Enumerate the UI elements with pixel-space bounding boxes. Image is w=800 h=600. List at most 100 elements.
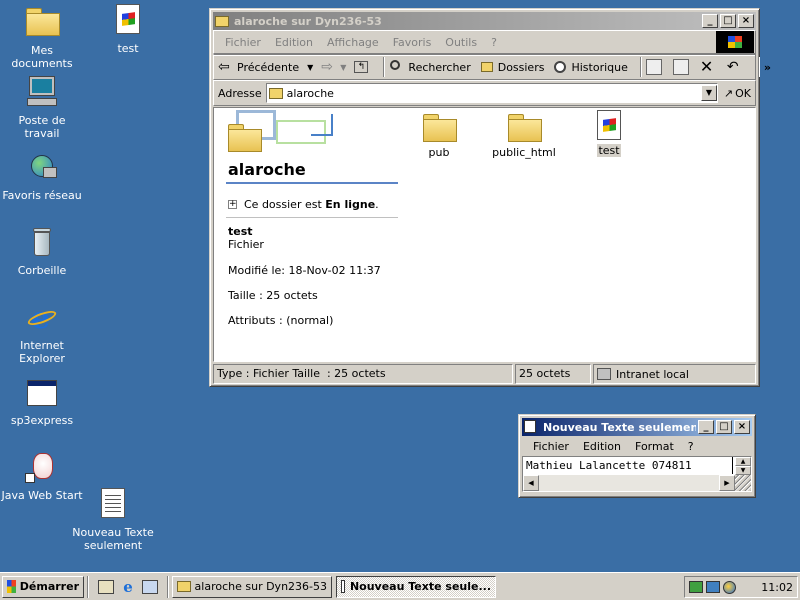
desktop-icon-recycle-bin[interactable]: Corbeille	[0, 226, 84, 277]
move-to-button[interactable]	[645, 59, 665, 75]
display-tray-icon[interactable]	[706, 581, 720, 593]
details-divider	[226, 217, 398, 218]
globe-tray-icon[interactable]	[723, 580, 736, 594]
file-item-public-html[interactable]: public_html	[489, 112, 559, 159]
notepad-icon	[524, 420, 540, 434]
delete-button[interactable]: ✕	[700, 59, 719, 75]
undo-button[interactable]: ↶	[727, 59, 746, 75]
desktop-icon-label: Internet Explorer	[19, 339, 65, 365]
toolbar-separator	[757, 57, 760, 77]
address-dropdown-button[interactable]: ▼	[700, 85, 717, 101]
close-button[interactable]: ×	[738, 14, 754, 28]
folder-icon	[177, 581, 191, 592]
up-folder-icon: ↰	[354, 61, 369, 73]
address-bar: Adresse alaroche ▼ ↗ OK	[213, 80, 756, 106]
file-item-test[interactable]: test	[584, 110, 634, 157]
history-clock-icon	[552, 59, 568, 75]
desktop-icon-sp3express[interactable]: sp3express	[0, 376, 84, 427]
close-button[interactable]: ×	[734, 420, 750, 434]
selected-item-size: Taille : 25 octets	[228, 289, 318, 302]
file-item-pub[interactable]: pub	[409, 112, 469, 159]
task-explorer[interactable]: alaroche sur Dyn236-53	[172, 575, 332, 598]
menu-edition[interactable]: Edition	[576, 440, 628, 453]
up-folder-button[interactable]: ↰	[354, 61, 371, 73]
notepad-text: Mathieu Lalancette 074811	[523, 457, 733, 474]
forward-arrow-icon: ⇨	[321, 59, 333, 75]
status-zone: Intranet local	[593, 364, 756, 384]
expand-plus-icon[interactable]: +	[228, 200, 237, 209]
back-button[interactable]: ⇦ Précédente ▼	[218, 59, 313, 75]
recycle-bin-icon	[25, 226, 59, 260]
horizontal-scrollbar[interactable]: ◀ ▶	[523, 475, 735, 491]
toolbar-separator	[383, 57, 386, 77]
folder-icon	[268, 87, 283, 99]
explorer-menubar: Fichier Edition Affichage Favoris Outils…	[214, 32, 716, 52]
clock[interactable]: 11:02	[761, 581, 793, 594]
windows-logo-icon	[7, 580, 16, 593]
maximize-button[interactable]: □	[720, 14, 736, 28]
minimize-button[interactable]: _	[698, 420, 714, 434]
go-button[interactable]: ↗ OK	[724, 87, 751, 100]
menu-help[interactable]: ?	[484, 36, 504, 49]
desktop-icon-label: Nouveau Texte seulement	[72, 526, 154, 552]
outlook-express-icon[interactable]	[142, 579, 158, 594]
webview-folder-title: alaroche	[228, 160, 306, 179]
network-tray-icon[interactable]	[689, 581, 703, 593]
menu-edition[interactable]: Edition	[268, 36, 320, 49]
taskbar-separator	[87, 575, 89, 598]
copy-to-icon	[672, 59, 689, 75]
menu-favoris[interactable]: Favoris	[386, 36, 439, 49]
my-computer-icon	[25, 76, 59, 110]
address-label: Adresse	[218, 86, 262, 100]
back-arrow-icon: ⇦	[218, 59, 230, 75]
selected-item-name: test	[228, 225, 253, 238]
explorer-content: alaroche + Ce dossier est En ligne. test…	[213, 107, 756, 362]
notepad-titlebar[interactable]: Nouveau Texte seulement... _ □ ×	[522, 418, 752, 436]
go-arrow-icon: ↗	[723, 86, 734, 100]
folder-icon	[423, 112, 457, 142]
network-icon	[25, 151, 59, 185]
toolbar-more-chevron[interactable]: »	[764, 61, 771, 74]
address-input[interactable]: alaroche ▼	[265, 83, 718, 103]
explorer-window[interactable]: alaroche sur Dyn236-53 _ □ × Fichier Edi…	[209, 8, 771, 387]
vertical-scrollbar[interactable]: ▲ ▼	[735, 457, 751, 475]
explorer-titlebar[interactable]: alaroche sur Dyn236-53 _ □ ×	[213, 12, 756, 30]
desktop-icon-internet-explorer[interactable]: e Internet Explorer	[0, 301, 84, 366]
start-button[interactable]: Démarrer	[2, 575, 84, 598]
search-button[interactable]: Rechercher	[389, 59, 471, 75]
desktop-icon-my-computer[interactable]: Poste de travail	[0, 76, 84, 140]
move-to-icon	[645, 59, 662, 75]
app-icon	[25, 376, 59, 410]
menu-fichier[interactable]: Fichier	[526, 440, 576, 453]
menu-affichage[interactable]: Affichage	[320, 36, 386, 49]
notepad-window[interactable]: Nouveau Texte seulement... _ □ × Fichier…	[518, 414, 756, 498]
menu-format[interactable]: Format	[628, 440, 681, 453]
selected-item-attributes: Attributs : (normal)	[228, 314, 334, 327]
history-button[interactable]: Historique	[552, 59, 628, 75]
desktop-icon-test[interactable]: test	[86, 4, 170, 55]
forward-button[interactable]: ⇨ ▼	[321, 59, 346, 75]
desktop-icon-network[interactable]: Favoris réseau	[0, 151, 84, 202]
maximize-button[interactable]: □	[716, 420, 732, 434]
windows-logo-icon	[716, 31, 754, 53]
quick-launch: e	[98, 579, 158, 595]
ie-icon[interactable]: e	[120, 579, 136, 595]
notepad-text-area[interactable]: Mathieu Lalancette 074811 ▲ ▼ ◀ ▶	[522, 456, 752, 492]
chevron-down-icon: ▼	[307, 62, 314, 72]
desktop-icon-my-documents[interactable]: Mes documents	[0, 4, 84, 70]
show-desktop-icon[interactable]	[98, 579, 114, 594]
document-icon	[111, 4, 145, 38]
desktop-icon-label: Favoris réseau	[2, 189, 82, 202]
desktop-icon-label: Mes documents	[11, 44, 73, 70]
folders-button[interactable]: Dossiers	[479, 59, 544, 75]
copy-to-button[interactable]	[672, 59, 692, 75]
minimize-button[interactable]: _	[702, 14, 718, 28]
menu-outils[interactable]: Outils	[438, 36, 484, 49]
menu-help[interactable]: ?	[681, 440, 701, 453]
window-title: Nouveau Texte seulement...	[543, 420, 696, 434]
taskbar: Démarrer e alaroche sur Dyn236-53 Nouvea…	[0, 572, 800, 600]
desktop-icon-text-file[interactable]: Nouveau Texte seulement	[72, 488, 154, 552]
menu-fichier[interactable]: Fichier	[218, 36, 268, 49]
task-notepad[interactable]: Nouveau Texte seule...	[336, 575, 496, 598]
resize-grip-icon[interactable]	[735, 475, 751, 491]
